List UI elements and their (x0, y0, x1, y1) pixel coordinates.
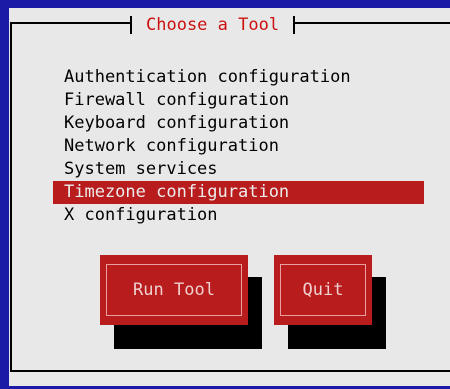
menu-item-keyboard[interactable]: Keyboard configuration (53, 112, 424, 135)
menu-item-authentication[interactable]: Authentication configuration (53, 66, 424, 89)
menu-item-firewall[interactable]: Firewall configuration (53, 89, 424, 112)
menu-item-system-services[interactable]: System services (53, 158, 424, 181)
run-tool-button[interactable]: Run Tool (100, 255, 248, 325)
quit-button-label: Quit (302, 280, 344, 300)
dialog-title: Choose a Tool (146, 15, 280, 35)
menu-item-network[interactable]: Network configuration (53, 135, 424, 158)
title-right-tick (293, 16, 296, 34)
dialog-title-bar: Choose a Tool (130, 14, 296, 36)
quit-button[interactable]: Quit (274, 255, 372, 325)
run-tool-button-label: Run Tool (133, 280, 215, 300)
menu-item-x-configuration[interactable]: X configuration (53, 204, 424, 227)
tool-menu: Authentication configuration Firewall co… (53, 66, 424, 227)
menu-item-timezone[interactable]: Timezone configuration (53, 181, 424, 204)
